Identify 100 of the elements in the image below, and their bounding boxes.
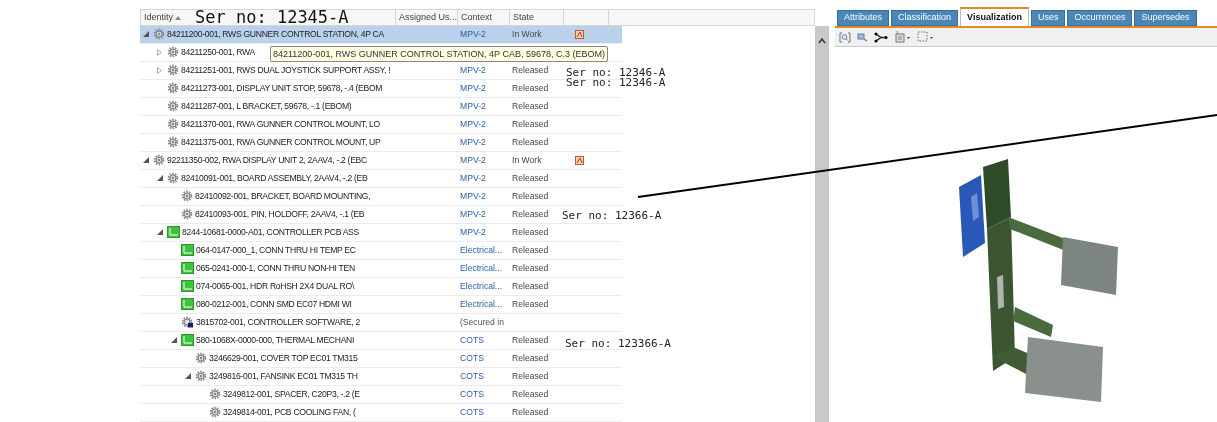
context-link[interactable]: MPV-2 xyxy=(460,155,486,166)
gear-icon xyxy=(209,388,221,401)
tree-row[interactable]: 84211370-001, RWA GUNNER CONTROL MOUNT, LO MPV-2 Released xyxy=(140,116,563,134)
context-link[interactable]: Electrical... xyxy=(460,299,503,310)
column-header[interactable]: State xyxy=(513,10,534,25)
context-link[interactable]: Electrical... xyxy=(460,263,503,274)
state-text: Released xyxy=(512,371,549,382)
state-text: Released xyxy=(512,137,549,148)
context-link[interactable]: COTS xyxy=(460,335,484,346)
board-icon xyxy=(181,298,194,311)
tree-row[interactable]: 064-0147-000_1, CONN THRU HI TEMP EC Electrical... Released xyxy=(140,242,563,260)
tree-row[interactable]: 080-0212-001, CONN SMD EC07 HDMI WI Electrical... Released xyxy=(140,296,563,314)
item-identity: 82410093-001, PIN, HOLDOFF, 2AAV4, -.1 (EB xyxy=(195,208,365,221)
zoom-icon[interactable] xyxy=(857,32,868,42)
context-link[interactable]: MPV-2 xyxy=(460,65,486,76)
tree-row[interactable]: 92211350-002, RWA DISPLAY UNIT 2, 2AAV4, -.2 (EBC MPV-2 In Work xyxy=(140,152,563,170)
context-link[interactable]: Electrical... xyxy=(460,245,503,256)
tab[interactable]: Classification xyxy=(891,10,959,26)
tree-row[interactable]: 3815702-001, CONTROLLER SOFTWARE, 2 (Secured in xyxy=(140,314,563,332)
gear-lock-icon xyxy=(181,316,194,329)
annotation-text: Ser no: 12345-A xyxy=(195,10,349,25)
context-link[interactable]: MPV-2 xyxy=(460,29,486,40)
tree-row[interactable]: 065-0241-000-1, CONN THRU NON-HI TEN Electrical... Released xyxy=(140,260,563,278)
state-text: Released xyxy=(512,101,549,112)
gear-icon xyxy=(153,28,165,41)
state-text: Released xyxy=(512,173,549,184)
connector-icon[interactable] xyxy=(874,31,888,43)
context-link[interactable]: COTS xyxy=(460,353,484,364)
tree-row[interactable]: 580-1068X-0000-000, THERMAL MECHANI COTS Released xyxy=(140,332,563,350)
tree-row[interactable]: 84211287-001, L BRACKET, 59678, -.1 (EBOM) MPV-2 Released xyxy=(140,98,563,116)
context-link[interactable]: MPV-2 xyxy=(460,101,486,112)
state-text: Released xyxy=(512,407,549,418)
column-header[interactable]: Assigned Us... xyxy=(399,10,458,25)
tree-row[interactable]: 3249816-001, FANSINK EC01 TM315 TH COTS Released xyxy=(140,368,563,386)
item-identity: 84211250-001, RWA xyxy=(181,46,256,59)
gear-icon xyxy=(209,406,221,419)
item-identity: 074-0065-001, HDR RoHSH 2X4 DUAL RO\ xyxy=(196,280,354,293)
tab[interactable]: Supersedes xyxy=(1134,10,1197,26)
context-link[interactable]: MPV-2 xyxy=(460,227,486,238)
tree-row[interactable]: 82410092-001, BRACKET, BOARD MOUNTING, MPV-2 Released xyxy=(140,188,563,206)
column-header[interactable]: Identity xyxy=(144,10,174,25)
scrollbar[interactable] xyxy=(815,26,829,422)
item-identity: 8244-10681-0000-A01, CONTROLLER PCB ASS xyxy=(182,226,359,239)
tab[interactable]: Visualization xyxy=(960,7,1029,26)
item-identity: 84211287-001, L BRACKET, 59678, -.1 (EBOM) xyxy=(181,100,352,113)
context-link[interactable]: MPV-2 xyxy=(460,137,486,148)
gear-icon xyxy=(181,208,193,221)
tree-row[interactable]: 074-0065-001, HDR RoHSH 2X4 DUAL RO\ Electrical... Released xyxy=(140,278,563,296)
item-identity: 84211370-001, RWA GUNNER CONTROL MOUNT, LO xyxy=(181,118,380,131)
board-icon xyxy=(181,244,194,257)
state-text: Released xyxy=(512,353,549,364)
layers-dropdown-icon[interactable] xyxy=(894,31,911,43)
context-link[interactable]: MPV-2 xyxy=(460,173,486,184)
zoom-fit-icon[interactable] xyxy=(839,31,851,43)
tab[interactable]: Attributes xyxy=(837,10,890,26)
item-identity: 84211251-001, RWS DUAL JOYSTICK SUPPORT ASSY, ! xyxy=(181,64,391,77)
context-link[interactable]: MPV-2 xyxy=(460,83,486,94)
item-identity: 3249814-001, PCB COOLING FAN, ( xyxy=(223,406,356,419)
state-text: Released xyxy=(512,335,549,346)
item-identity: 82410091-001, BOARD ASSEMBLY, 2AAV4, -.2 (EB xyxy=(181,172,368,185)
state-text: Released xyxy=(512,299,549,310)
gear-icon xyxy=(167,136,179,149)
tab[interactable]: Uses xyxy=(1030,10,1066,26)
sort-icon xyxy=(175,15,182,20)
gear-icon xyxy=(167,82,179,95)
board-icon xyxy=(167,226,180,239)
gear-icon xyxy=(167,46,179,59)
state-text: Released xyxy=(512,389,549,400)
context-link[interactable]: MPV-2 xyxy=(460,191,486,202)
state-text: Released xyxy=(512,119,549,130)
tree-row[interactable]: 84211273-001, DISPLAY UNIT STOP, 59678, -.4 (EBOM MPV-2 Released xyxy=(140,80,563,98)
tree-row[interactable]: 3246629-001, COVER TOP EC01 TM315 COTS Released xyxy=(140,350,563,368)
tree-row[interactable]: 84211375-001, RWA GUNNER CONTROL MOUNT, UP MPV-2 Released xyxy=(140,134,563,152)
state-text: Released xyxy=(512,209,549,220)
tab[interactable]: Occurrences xyxy=(1067,10,1133,26)
context-link[interactable]: Electrical... xyxy=(460,281,503,292)
tree-row[interactable]: 3249812-001, SPACER, C20P3, -.2 (E COTS Released xyxy=(140,386,563,404)
context-link[interactable]: COTS xyxy=(460,389,484,400)
context-link[interactable]: MPV-2 xyxy=(460,209,486,220)
item-identity: 3249816-001, FANSINK EC01 TM315 TH xyxy=(209,370,358,383)
tree-row[interactable]: 3249814-001, PCB COOLING FAN, ( COTS Released xyxy=(140,404,563,422)
context-link[interactable]: MPV-2 xyxy=(460,119,486,130)
state-text: Released xyxy=(512,227,549,238)
item-identity: 064-0147-000_1, CONN THRU HI TEMP EC xyxy=(196,244,356,257)
annotation-text: Ser no: 12366-A xyxy=(562,210,662,222)
context-link[interactable]: (Secured in xyxy=(460,317,504,328)
item-identity: 3815702-001, CONTROLLER SOFTWARE, 2 xyxy=(196,316,360,329)
context-link[interactable]: COTS xyxy=(460,407,484,418)
state-text: Released xyxy=(512,263,549,274)
tree-row[interactable]: 8244-10681-0000-A01, CONTROLLER PCB ASS MPV-2 Released xyxy=(140,224,563,242)
tree-row[interactable]: 82410091-001, BOARD ASSEMBLY, 2AAV4, -.2 (EB MPV-2 Released xyxy=(140,170,563,188)
context-link[interactable]: COTS xyxy=(460,371,484,382)
gear-icon xyxy=(153,154,165,167)
column-header[interactable]: Context xyxy=(461,10,493,25)
tree-row[interactable]: 84211200-001, RWS GUNNER CONTROL STATION, 4P CA MPV-2 In Work xyxy=(140,26,563,44)
state-text: Released xyxy=(512,245,549,256)
item-identity: 3249812-001, SPACER, C20P3, -.2 (E xyxy=(223,388,360,401)
gear-icon xyxy=(167,172,179,185)
tree-row[interactable]: 82410093-001, PIN, HOLDOFF, 2AAV4, -.1 (EB MPV-2 Released xyxy=(140,206,563,224)
item-identity: 84211375-001, RWA GUNNER CONTROL MOUNT, UP xyxy=(181,136,381,149)
